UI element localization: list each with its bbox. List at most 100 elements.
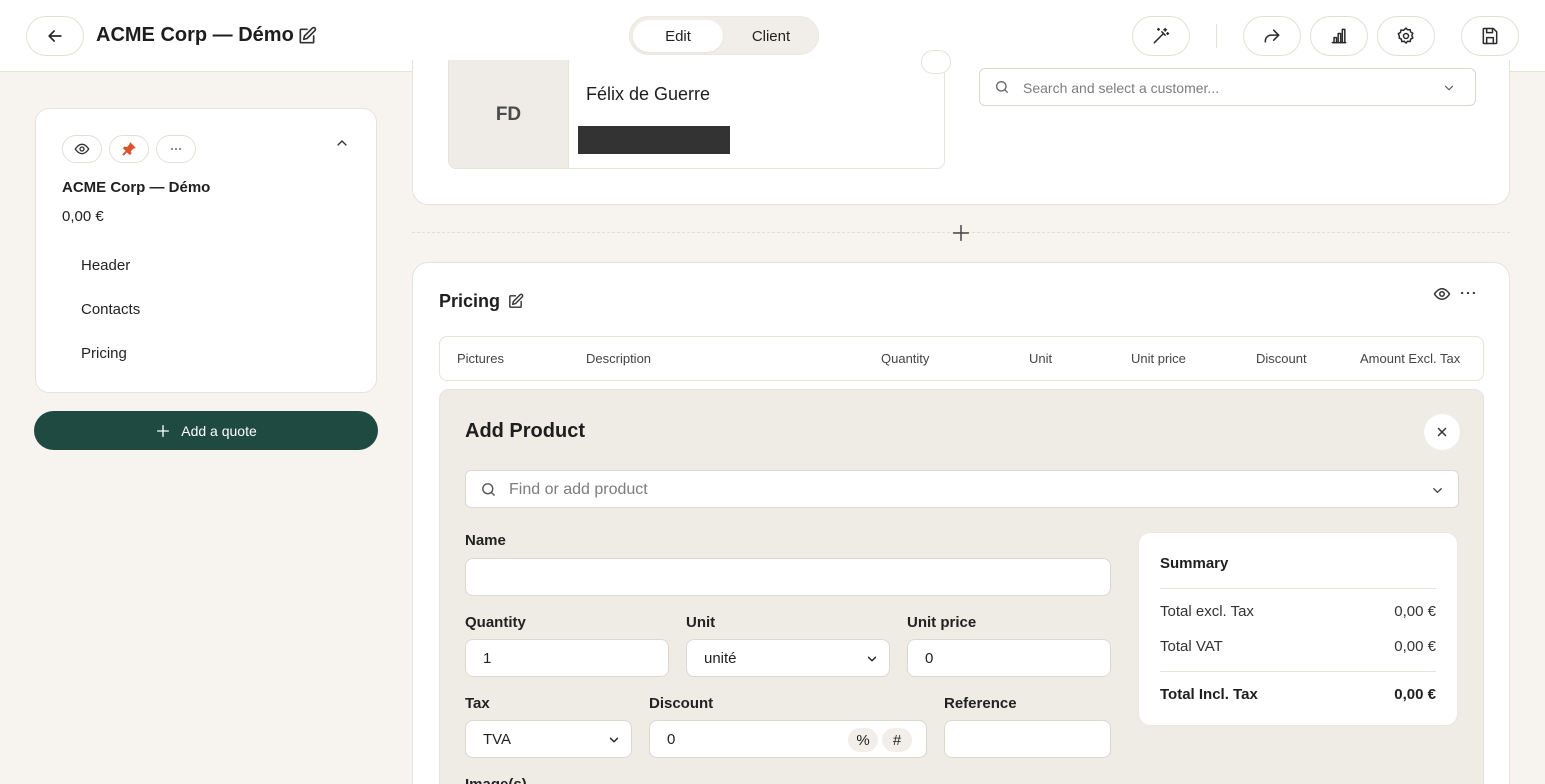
summary-label: Total VAT (1160, 638, 1223, 655)
pin-button[interactable] (109, 135, 149, 163)
tab-edit[interactable]: Edit (633, 20, 723, 52)
bar-chart-icon (1331, 28, 1347, 44)
search-icon (482, 483, 495, 496)
column-header-description: Description (586, 351, 652, 366)
pricing-title: Pricing (439, 291, 501, 311)
chevron-down-icon (1433, 488, 1442, 493)
contacts-section: FD Félix de Guerre Search and select a c… (412, 50, 1510, 205)
product-search-select[interactable]: Find or add product (465, 470, 1459, 508)
search-icon (996, 81, 1008, 93)
eye-icon[interactable] (1432, 285, 1452, 303)
chevron-down-icon (867, 656, 877, 662)
quote-name: ACME Corp — Démo (62, 179, 211, 196)
add-product-title: Add Product (465, 420, 585, 442)
arrow-left-icon (48, 30, 62, 42)
column-header-quantity: Quantity (881, 351, 930, 366)
pricing-section: Pricing Pictures Description Quantity Un… (412, 262, 1510, 784)
tax-label: Tax (465, 695, 490, 712)
quantity-field[interactable]: 1 (465, 639, 669, 677)
images-label: Image(s) (465, 776, 527, 784)
save-button[interactable] (1461, 16, 1519, 56)
customer-search-placeholder: Search and select a customer... (1023, 80, 1220, 96)
summary-label: Total excl. Tax (1160, 603, 1254, 620)
column-header-unit-price: Unit price (1131, 351, 1186, 366)
chevron-up-icon[interactable] (334, 135, 350, 151)
quantity-label: Quantity (465, 614, 526, 631)
discount-type-toggle: % # (848, 728, 914, 752)
settings-button[interactable] (1377, 16, 1435, 56)
tax-value: TVA (483, 730, 512, 748)
add-quote-button[interactable]: Add a quote (34, 411, 378, 450)
edit-section-icon[interactable] (507, 293, 524, 310)
name-label: Name (465, 532, 506, 549)
summary-total-label: Total Incl. Tax (1160, 686, 1258, 703)
summary-value: 0,00 € (1394, 603, 1436, 620)
edit-title-icon[interactable] (297, 26, 317, 46)
summary-row: Total VAT 0,00 € (1160, 638, 1436, 655)
contact-name: Félix de Guerre (586, 84, 711, 104)
add-quote-label: Add a quote (181, 422, 257, 439)
column-header-unit: Unit (1029, 351, 1053, 366)
quote-amount: 0,00 € (62, 208, 104, 225)
reference-field[interactable] (944, 720, 1111, 758)
summary-value: 0,00 € (1394, 638, 1436, 655)
back-button[interactable] (26, 16, 84, 56)
column-header-pictures: Pictures (457, 351, 504, 366)
reference-label: Reference (944, 695, 1017, 712)
sidebar-item-pricing[interactable]: Pricing (81, 345, 127, 362)
discount-label: Discount (649, 695, 714, 712)
redacted-contact-info (578, 126, 730, 154)
plus-icon (157, 424, 170, 437)
summary-total-row: Total Incl. Tax 0,00 € (1160, 686, 1436, 703)
eye-icon (74, 143, 90, 155)
sidebar-item-header[interactable]: Header (81, 257, 130, 274)
customer-search-select[interactable]: Search and select a customer... (979, 68, 1476, 106)
summary-title: Summary (1160, 555, 1229, 572)
product-search-placeholder: Find or add product (509, 481, 648, 498)
summary-divider (1160, 588, 1436, 589)
unit-select[interactable]: unité (686, 639, 890, 677)
chevron-down-icon (609, 737, 619, 743)
more-horizontal-icon (171, 148, 181, 150)
stats-button[interactable] (1310, 16, 1368, 56)
unit-value: unité (704, 649, 737, 667)
tab-client[interactable]: Client (726, 20, 816, 52)
pricing-table-header: Pictures Description Quantity Unit Unit … (439, 336, 1484, 381)
unit-price-field[interactable]: 0 (907, 639, 1111, 677)
discount-percent-option[interactable]: % (848, 728, 878, 752)
unit-label: Unit (686, 614, 716, 631)
quantity-value: 1 (483, 649, 492, 667)
summary-total-value: 0,00 € (1394, 686, 1436, 703)
toolbar-divider (1216, 24, 1217, 48)
discount-value: 0 (667, 730, 676, 748)
pin-icon (122, 142, 136, 156)
add-section-plus-icon[interactable] (950, 222, 972, 244)
sidebar-item-contacts[interactable]: Contacts (81, 301, 140, 318)
contact-card[interactable]: FD Félix de Guerre (448, 60, 945, 169)
summary-row: Total excl. Tax 0,00 € (1160, 603, 1436, 620)
close-icon (1437, 427, 1447, 437)
close-button[interactable] (1424, 414, 1460, 450)
gear-icon (1397, 27, 1414, 44)
save-icon (1482, 27, 1498, 45)
summary-divider (1160, 671, 1436, 672)
mode-switch: Edit Client (629, 16, 819, 55)
quote-outline-card: ACME Corp — Démo 0,00 € Header Contacts … (35, 108, 377, 393)
column-header-amount: Amount Excl. Tax (1360, 351, 1461, 366)
share-icon (1264, 29, 1280, 43)
unit-price-value: 0 (925, 649, 934, 667)
name-field[interactable] (465, 558, 1111, 596)
avatar: FD (449, 60, 569, 168)
column-header-discount: Discount (1256, 351, 1307, 366)
share-button[interactable] (1243, 16, 1301, 56)
more-horizontal-icon[interactable] (1458, 283, 1478, 303)
document-title: ACME Corp — Démo (96, 24, 294, 46)
contact-menu-button[interactable] (921, 50, 951, 74)
magic-button[interactable] (1132, 16, 1190, 56)
discount-fixed-option[interactable]: # (882, 728, 912, 752)
visibility-button[interactable] (62, 135, 102, 163)
more-options-button[interactable] (156, 135, 196, 163)
discount-field[interactable]: 0 % # (649, 720, 927, 758)
chevron-down-icon (1444, 85, 1454, 91)
tax-select[interactable]: TVA (465, 720, 632, 758)
